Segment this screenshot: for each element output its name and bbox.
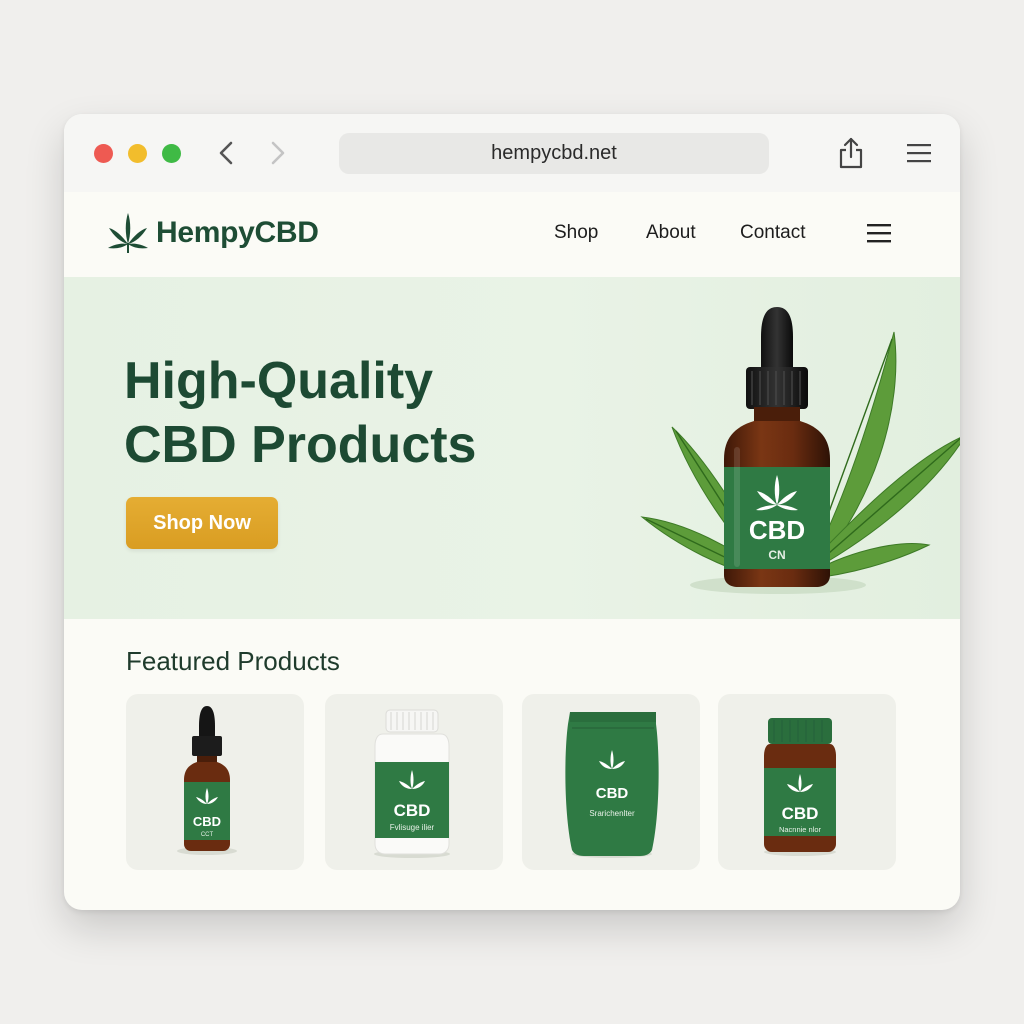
product-label: CBD (193, 814, 221, 829)
close-window-button[interactable] (94, 144, 113, 163)
product-image: CBD Fvlisuge ilier (374, 709, 450, 858)
hero-bottle-label: CBD (749, 515, 805, 545)
product-sublabel: Srarichenlter (589, 809, 635, 818)
nav-link-contact[interactable]: Contact (740, 222, 805, 244)
hero-title-line-1: High-Quality (124, 352, 434, 410)
product-image: CBD Srarichenlter (565, 712, 659, 858)
hero-product-image: CBD CN (640, 307, 960, 594)
product-card[interactable]: CBD Fvlisuge ilier (325, 694, 503, 870)
product-label: CBD (394, 801, 431, 820)
nav-link-about[interactable]: About (646, 222, 696, 244)
product-card[interactable]: CBD CCT (126, 694, 304, 870)
product-image: CBD CCT (177, 706, 237, 855)
site-header: HempyCBD Shop About Contact (64, 192, 960, 277)
shop-now-button[interactable]: Shop Now (126, 497, 278, 549)
product-label: CBD (782, 804, 819, 823)
product-card[interactable]: CBD Srarichenlter (522, 694, 700, 870)
address-bar[interactable]: hempycbd.net (339, 133, 769, 174)
chevron-right-icon[interactable] (262, 138, 292, 168)
address-bar-url: hempycbd.net (491, 142, 617, 164)
product-image: CBD Nacnnie nlor (764, 718, 836, 856)
product-label: CBD (596, 785, 629, 802)
minimize-window-button[interactable] (128, 144, 147, 163)
product-sublabel: Nacnnie nlor (779, 825, 822, 834)
nav-link-shop[interactable]: Shop (554, 222, 598, 244)
hero-title: High-Quality CBD Products (124, 349, 544, 477)
site-logo[interactable]: HempyCBD (106, 210, 319, 256)
hamburger-menu-icon[interactable] (906, 140, 932, 166)
product-sublabel: CCT (201, 832, 214, 838)
share-icon[interactable] (836, 136, 866, 170)
product-sublabel: Fvlisuge ilier (390, 823, 435, 832)
chevron-left-icon[interactable] (212, 138, 242, 168)
hero-title-line-2: CBD Products (124, 416, 477, 474)
maximize-window-button[interactable] (162, 144, 181, 163)
hero-banner: High-Quality CBD Products Shop Now CBD C… (64, 277, 960, 619)
browser-window: hempycbd.net HempyCBD Shop About Contact… (64, 114, 960, 910)
brand-name: HempyCBD (156, 216, 319, 249)
featured-products-heading: Featured Products (126, 646, 340, 676)
hamburger-menu-icon[interactable] (866, 222, 892, 244)
product-card[interactable]: CBD Nacnnie nlor (718, 694, 896, 870)
hemp-leaf-icon (108, 213, 148, 253)
browser-toolbar: hempycbd.net (64, 114, 960, 193)
hero-bottle-sublabel: CN (768, 548, 785, 562)
